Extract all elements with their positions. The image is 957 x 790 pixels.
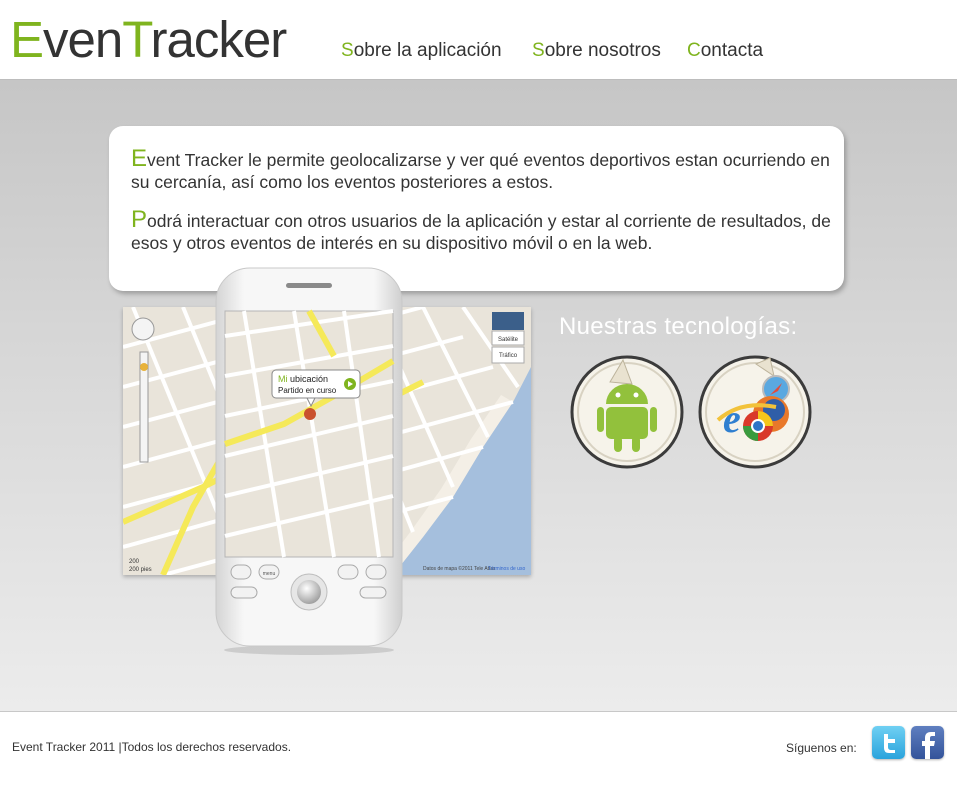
nav-cap: S [341, 40, 354, 61]
bubble-cap: Mi [278, 374, 288, 384]
nav-label: obre nosotros [544, 40, 661, 61]
intro-cap: E [131, 145, 148, 172]
nav-sobre-aplicacion[interactable]: Sobre la aplicación [341, 40, 502, 62]
svg-text:Mi ubicación: Mi ubicación [278, 374, 328, 384]
phone-svg: Mi ubicación Partido en curso menu [215, 267, 403, 655]
intro-text: vent Tracker le permite geolocalizarse y… [131, 150, 830, 192]
intro-paragraph-1: Event Tracker le permite geolocalizarse … [131, 145, 841, 193]
nav-cap: C [687, 40, 701, 61]
map-terms-link[interactable]: Términos de uso [488, 566, 525, 572]
logo-letter: T [122, 11, 151, 68]
intro-cap: P [131, 206, 148, 233]
map-copyright: Datos de mapa ©2011 Tele Atlas [423, 565, 496, 572]
bubble-title: ubicación [288, 374, 329, 384]
logo-text: ven [43, 11, 123, 68]
facebook-icon[interactable] [911, 726, 944, 759]
phone-mockup: Mi ubicación Partido en curso menu [214, 266, 404, 656]
header: EvenTracker Sobre la aplicación Sobre no… [0, 0, 957, 80]
scale-label: 200 pies [129, 567, 152, 573]
call-button[interactable] [230, 586, 258, 599]
menu-label: menu [263, 571, 276, 577]
intro-paragraph-2: Podrá interactuar con otros usuarios de … [131, 206, 841, 254]
nav-sobre-nosotros[interactable]: Sobre nosotros [532, 40, 661, 62]
nav-cap: S [532, 40, 545, 61]
logo[interactable]: EvenTracker [10, 10, 288, 69]
satellite-label: Satélite [498, 337, 519, 343]
back-button[interactable] [365, 564, 387, 580]
bubble-subtitle: Partido en curso [278, 386, 337, 395]
traffic-label: Tráfico [499, 353, 518, 359]
nav-label: ontacta [700, 40, 764, 61]
nav-contacta[interactable]: Contacta [687, 40, 763, 62]
scale-label: 200 [129, 559, 140, 565]
location-pin-icon[interactable] [304, 408, 316, 420]
nav-label: obre la aplicación [353, 40, 502, 61]
trackball[interactable] [297, 580, 321, 604]
home-button[interactable] [230, 564, 252, 580]
search-button[interactable] [337, 564, 359, 580]
twitter-icon[interactable] [872, 726, 905, 759]
browsers-icon: e [696, 352, 814, 470]
footer-copyright: Event Tracker 2011 |Todos los derechos r… [12, 740, 292, 754]
svg-text:e: e [723, 396, 741, 441]
logo-text: racker [150, 11, 288, 68]
footer-follow-label: Síguenos en: [786, 741, 857, 755]
android-icon [568, 352, 686, 470]
satellite-thumb[interactable] [492, 312, 524, 330]
logo-letter: E [10, 11, 44, 68]
tech-title: Nuestras tecnologías: [559, 313, 798, 340]
intro-text: odrá interactuar con otros usuarios de l… [131, 211, 831, 253]
hangup-button[interactable] [359, 586, 387, 599]
